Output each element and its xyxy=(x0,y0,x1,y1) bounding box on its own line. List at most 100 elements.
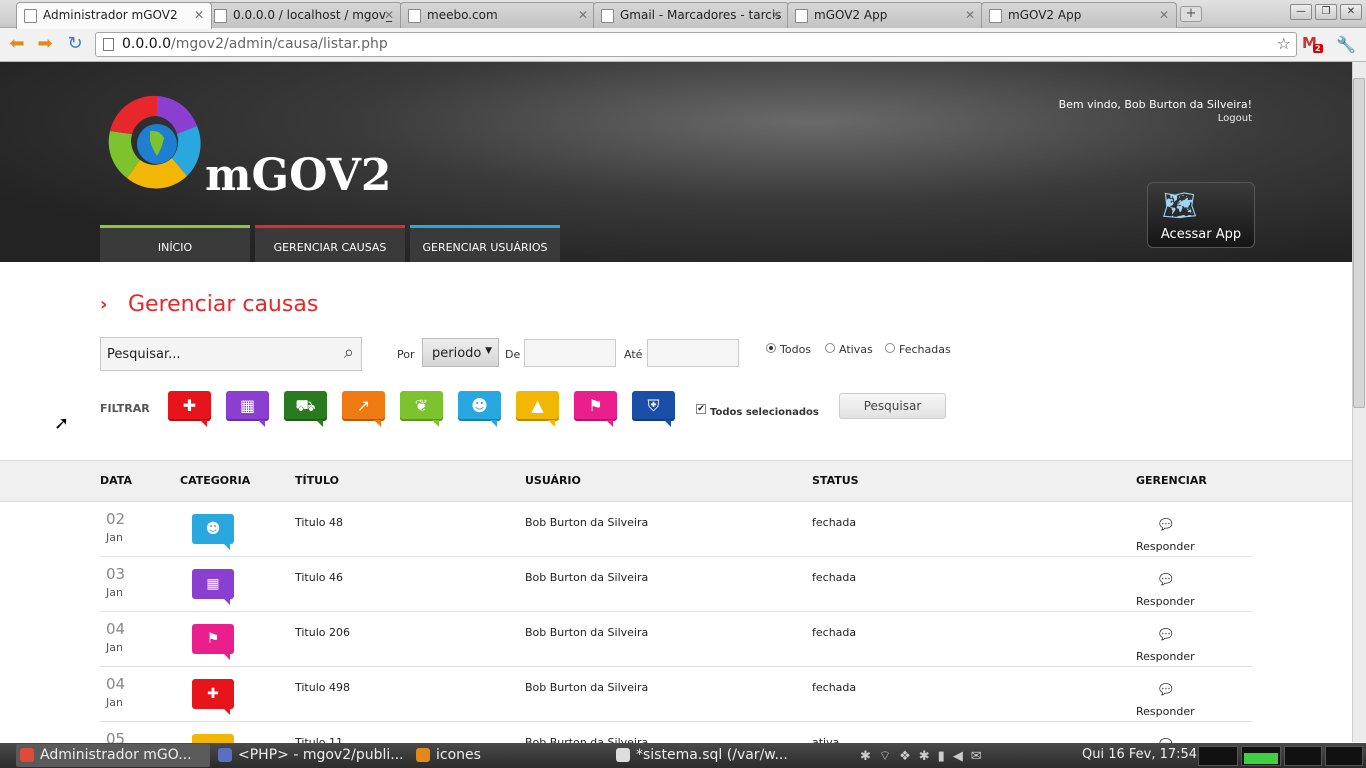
search-placeholder: Pesquisar... xyxy=(107,347,181,362)
radio-todos[interactable] xyxy=(766,343,776,353)
filter-people-button[interactable]: ☻ xyxy=(458,391,501,427)
row-title[interactable]: Titulo 498 xyxy=(295,681,350,694)
close-window-button[interactable]: ✕ xyxy=(1340,4,1362,20)
close-tab-icon[interactable]: ✕ xyxy=(965,8,975,22)
row-title[interactable]: Titulo 48 xyxy=(295,516,343,529)
browser-tab[interactable]: 0.0.0.0 / localhost / mgov_ ✕ xyxy=(206,2,402,28)
dropdown-arrow-icon: ▼ xyxy=(485,346,492,356)
minimize-button[interactable]: — xyxy=(1290,4,1312,20)
reply-chat-icon[interactable]: 💬 xyxy=(1159,518,1173,531)
row-title[interactable]: Titulo 206 xyxy=(295,626,350,639)
nav-item[interactable]: GERENCIAR USUÁRIOS xyxy=(410,225,560,262)
nav-item[interactable]: INÍCIO xyxy=(100,225,250,262)
taskbar-item[interactable]: *sistema.sql (/var/w... xyxy=(612,744,842,767)
filter-building-button[interactable]: ▦ xyxy=(226,391,269,427)
tab-title: Administrador mGOV2 xyxy=(43,8,178,22)
table-row: 02 Jan ☻ Titulo 48 Bob Burton da Silveira fec… xyxy=(100,502,1252,557)
wrench-icon[interactable]: 🔧 xyxy=(1336,35,1356,54)
reply-link[interactable]: Responder xyxy=(1136,650,1195,663)
date-from-input[interactable] xyxy=(524,339,616,367)
speech-tail xyxy=(200,420,207,427)
close-tab-icon[interactable]: ✕ xyxy=(1159,8,1169,22)
close-tab-icon[interactable]: ✕ xyxy=(384,8,394,22)
gmail-extension-icon[interactable]: M2 xyxy=(1302,34,1323,54)
tab-title: meebo.com xyxy=(427,8,498,22)
map-icon: 🗺 xyxy=(1162,189,1198,222)
filter-graduation-cap-button[interactable]: ▲ xyxy=(516,391,559,427)
taskbar-item-label: *sistema.sql (/var/w... xyxy=(636,747,788,763)
search-icon[interactable]: ⌕ xyxy=(344,342,354,363)
filter-runner-button[interactable]: ⚑ xyxy=(574,391,617,427)
col-titulo: TÍTULO xyxy=(295,474,339,487)
row-day: 04 xyxy=(106,620,126,638)
filter-label: FILTRAR xyxy=(100,402,150,415)
reply-chat-icon[interactable]: 💬 xyxy=(1159,683,1173,696)
reply-link[interactable]: Responder xyxy=(1136,540,1195,553)
speech-tail xyxy=(664,420,671,427)
por-label: Por xyxy=(397,348,415,361)
filter-police-badge-button[interactable]: ⛨ xyxy=(632,391,675,427)
reload-icon[interactable]: ↻ xyxy=(64,35,86,55)
row-title[interactable]: Titulo 46 xyxy=(295,571,343,584)
mouse-cursor-icon: ➚ xyxy=(54,413,70,434)
radio-ativas[interactable] xyxy=(825,343,835,353)
mgov2-logo[interactable] xyxy=(102,86,217,194)
back-icon[interactable]: ⬅ xyxy=(6,35,28,55)
new-tab-button[interactable]: + xyxy=(1180,6,1202,22)
clock[interactable]: Qui 16 Fev, 17:54 xyxy=(1082,747,1197,762)
close-tab-icon[interactable]: ✕ xyxy=(578,8,588,22)
favicon-icon xyxy=(989,9,1002,23)
search-input[interactable]: Pesquisar... ⌕ xyxy=(100,337,362,371)
table-row: 03 Jan ▦ Titulo 46 Bob Burton da Silveira fec… xyxy=(100,557,1252,612)
browser-tab[interactable]: meebo.com ✕ xyxy=(400,2,596,28)
browser-tab[interactable]: mGOV2 App ✕ xyxy=(787,2,983,28)
row-user: Bob Burton da Silveira xyxy=(525,516,649,529)
speech-tail xyxy=(223,543,230,550)
taskbar-item[interactable]: Administrador mGO... xyxy=(16,744,210,767)
filter-tractor-button[interactable]: ⛟ xyxy=(284,391,327,427)
page-icon xyxy=(103,38,114,51)
search-button[interactable]: Pesquisar xyxy=(839,393,946,419)
nav-item[interactable]: GERENCIAR CAUSAS xyxy=(255,225,405,262)
close-tab-icon[interactable]: ✕ xyxy=(771,8,781,22)
browser-tab[interactable]: mGOV2 App ✕ xyxy=(981,2,1177,28)
favicon-icon xyxy=(214,9,227,23)
star-icon[interactable]: ☆ xyxy=(1277,34,1291,53)
cpu-monitor-icon xyxy=(1198,746,1238,766)
scrollbar-thumb[interactable] xyxy=(1353,78,1365,408)
leaf-icon: ❦ xyxy=(414,396,429,415)
reply-chat-icon[interactable]: 💬 xyxy=(1159,573,1173,586)
address-bar[interactable]: 0.0.0.0/mgov2/admin/causa/listar.php ☆ xyxy=(95,32,1297,57)
reply-link[interactable]: Responder xyxy=(1136,595,1195,608)
favicon-icon xyxy=(601,9,614,23)
runner-icon: ⚑ xyxy=(588,396,603,415)
browser-tab[interactable]: Administrador mGOV2 ✕ xyxy=(16,2,212,29)
taskbar-item[interactable]: icones xyxy=(412,744,608,767)
all-selected-checkbox[interactable]: ✔ xyxy=(696,404,706,414)
page-title: Gerenciar causas xyxy=(128,292,319,317)
taskbar-item[interactable]: <PHP> - mgov2/publi... xyxy=(214,744,408,767)
category-glyph: ✚ xyxy=(207,686,219,702)
table-row: 04 Jan ⚑ Titulo 206 Bob Burton da Silveira fe… xyxy=(100,612,1252,667)
access-app-button[interactable]: 🗺 Acessar App xyxy=(1147,182,1255,248)
forward-icon[interactable]: ➡ xyxy=(34,35,56,55)
filter-chart-up-button[interactable]: ↗ xyxy=(342,391,385,427)
category-glyph: ⚑ xyxy=(206,631,220,647)
filter-health-cross-button[interactable]: ✚ xyxy=(168,391,211,427)
memory-monitor-icon xyxy=(1241,746,1281,766)
restore-button[interactable]: ❐ xyxy=(1315,4,1337,20)
close-tab-icon[interactable]: ✕ xyxy=(194,8,204,22)
logout-link[interactable]: Logout xyxy=(1150,113,1252,124)
filter-leaf-button[interactable]: ❦ xyxy=(400,391,443,427)
favicon-icon xyxy=(408,9,421,23)
period-select[interactable]: periodo ▼ xyxy=(422,338,499,367)
radio-fechadas[interactable] xyxy=(885,343,895,353)
reply-link[interactable]: Responder xyxy=(1136,705,1195,718)
browser-tab[interactable]: Gmail - Marcadores - tarcis ✕ xyxy=(593,2,789,28)
de-label: De xyxy=(505,348,521,361)
tray-icons[interactable]: ✱⌔❖✱▮◀✉ xyxy=(860,748,990,764)
graduation-cap-icon: ▲ xyxy=(531,396,544,415)
chevron-right-icon: › xyxy=(100,294,108,315)
date-to-input[interactable] xyxy=(647,339,739,367)
reply-chat-icon[interactable]: 💬 xyxy=(1159,628,1173,641)
